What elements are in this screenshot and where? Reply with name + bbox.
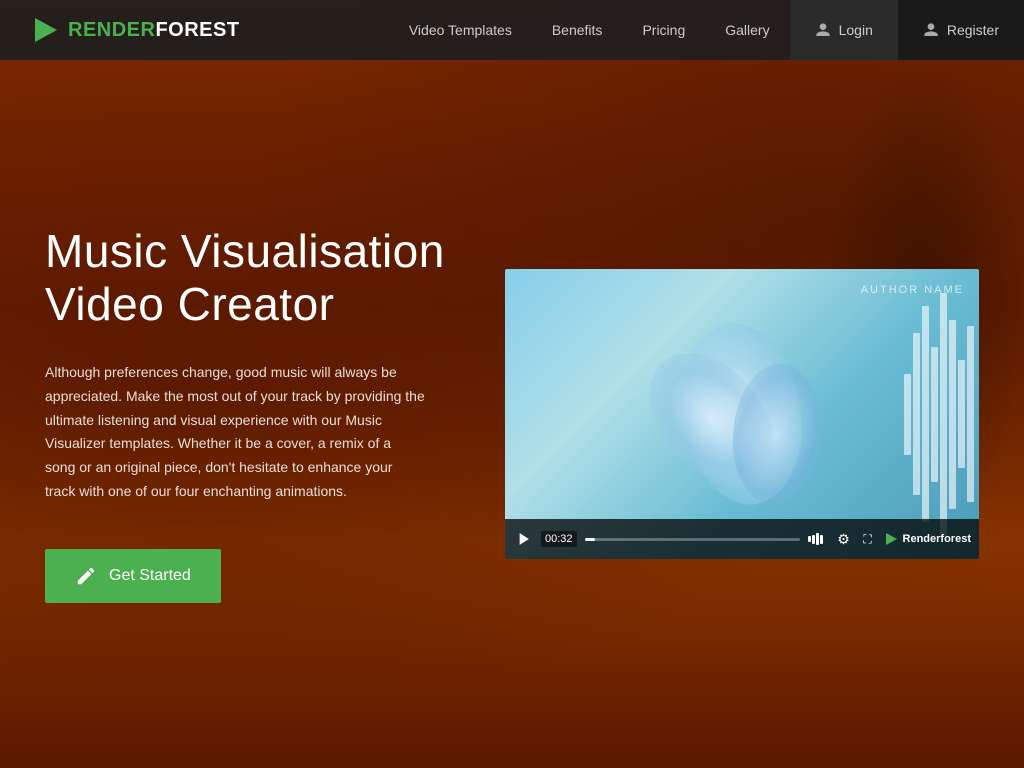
wave-bar	[958, 360, 965, 468]
wave-bar	[940, 293, 947, 536]
play-button[interactable]	[513, 529, 533, 549]
nav-benefits[interactable]: Benefits	[532, 0, 623, 60]
get-started-button[interactable]: Get Started	[45, 549, 221, 603]
logo-text: RENDERFOREST	[68, 19, 240, 42]
volume-icon[interactable]	[808, 532, 828, 546]
nav-pricing[interactable]: Pricing	[622, 0, 705, 60]
nav-links: Video Templates Benefits Pricing Gallery	[389, 0, 790, 60]
hero-description: Although preferences change, good music …	[45, 361, 425, 504]
hero-text: Music Visualisation Video Creator Althou…	[45, 225, 465, 603]
hero-content: Music Visualisation Video Creator Althou…	[0, 60, 1024, 768]
progress-fill	[585, 538, 596, 541]
wave-bar	[922, 306, 929, 522]
bird-visualization	[642, 314, 842, 514]
wave-bar	[904, 374, 911, 455]
author-name: AUTHOR NAME	[861, 284, 964, 296]
edit-icon	[75, 565, 97, 587]
logo[interactable]: RENDERFOREST	[0, 15, 270, 45]
wave-bar	[949, 320, 956, 509]
brand-logo-icon	[884, 532, 898, 546]
nav-video-templates[interactable]: Video Templates	[389, 0, 532, 60]
waveform	[899, 269, 979, 559]
wave-bar	[967, 326, 974, 502]
login-button[interactable]: Login	[790, 0, 898, 60]
fullscreen-button[interactable]: ⛶	[860, 531, 876, 547]
settings-button[interactable]: ⚙	[836, 531, 852, 547]
wave-bar	[931, 347, 938, 482]
time-display: 00:32	[541, 531, 577, 547]
video-player[interactable]: AUTHOR NAME 00:32	[505, 269, 979, 559]
logo-icon	[30, 15, 60, 45]
hero-section: RENDERFOREST Video Templates Benefits Pr…	[0, 0, 1024, 768]
video-controls: 00:32 ⚙ ⛶	[505, 519, 979, 559]
brand-name: Renderforest	[903, 533, 971, 545]
wave-bar	[913, 333, 920, 495]
register-icon	[923, 22, 939, 38]
navbar: RENDERFOREST Video Templates Benefits Pr…	[0, 0, 1024, 60]
nav-gallery[interactable]: Gallery	[705, 0, 789, 60]
nav-auth: Login Register	[790, 0, 1024, 60]
register-button[interactable]: Register	[898, 0, 1024, 60]
brand-watermark: Renderforest	[884, 532, 971, 546]
progress-bar[interactable]	[585, 538, 800, 541]
page-title: Music Visualisation Video Creator	[45, 225, 465, 331]
video-container: AUTHOR NAME 00:32	[505, 269, 979, 559]
login-icon	[815, 22, 831, 38]
